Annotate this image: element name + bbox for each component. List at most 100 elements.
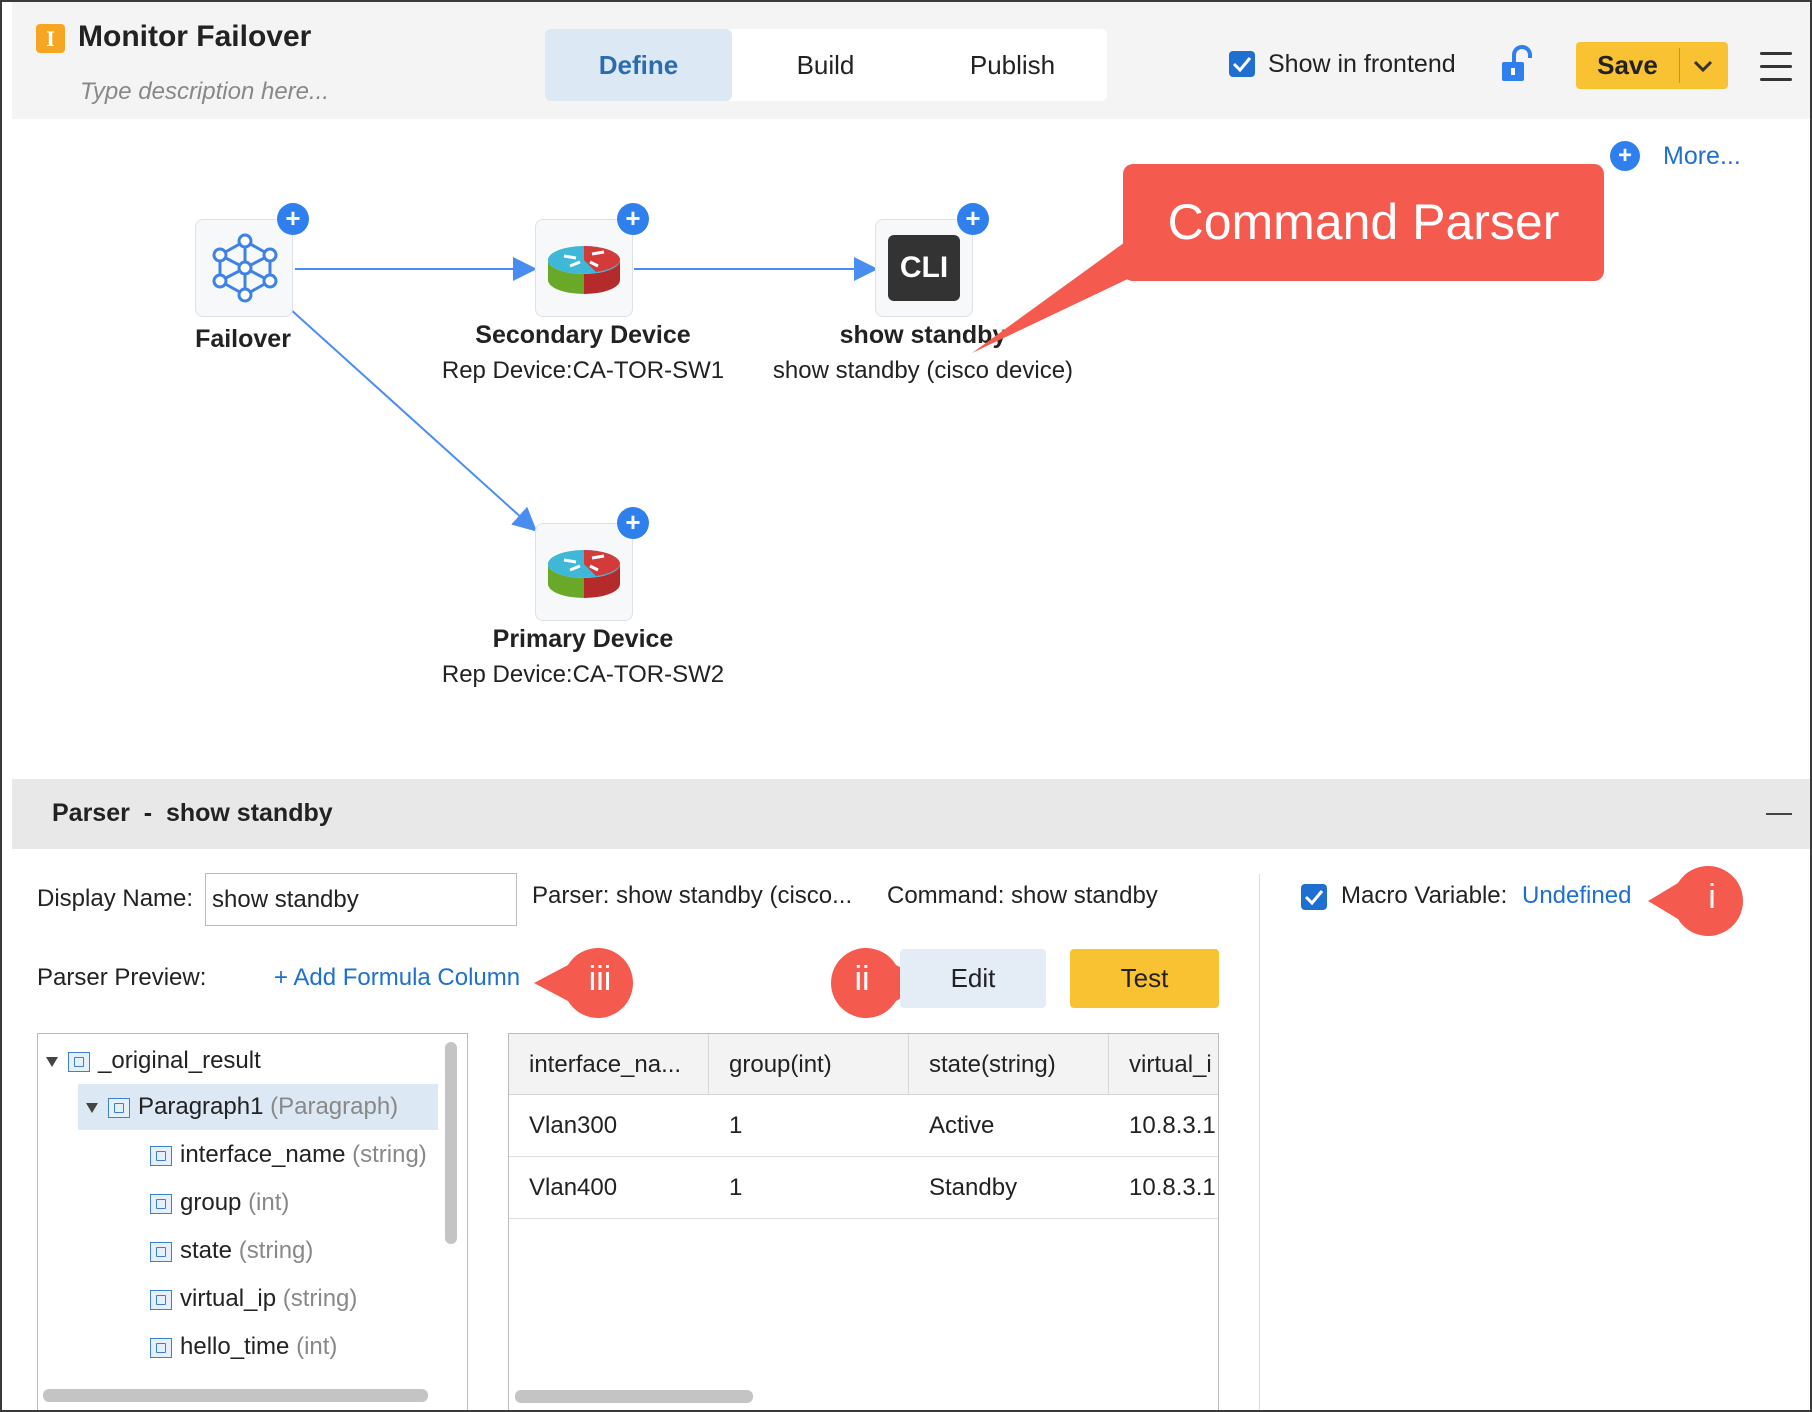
- tree-node-name: virtual_ip: [180, 1285, 277, 1312]
- header-bar: I Monitor Failover Type description here…: [12, 2, 1810, 119]
- save-label: Save: [1597, 50, 1658, 80]
- parser-preview-label: Parser Preview:: [37, 964, 207, 991]
- table-horizontal-scrollbar[interactable]: [515, 1390, 753, 1403]
- node-failover[interactable]: [195, 219, 293, 317]
- node-show-standby[interactable]: CLI: [875, 219, 973, 317]
- node-cli-subtitle: show standby (cisco device): [772, 357, 1074, 384]
- network-hub-icon: [210, 233, 280, 308]
- tree-node-type: (Paragraph): [270, 1093, 399, 1120]
- tree-node-group[interactable]: group (int): [150, 1180, 289, 1226]
- parser-preview-table: interface_na... group(int) state(string)…: [508, 1033, 1219, 1410]
- tree-node-type: (string): [282, 1285, 358, 1312]
- marker-iii-label: iii: [588, 960, 612, 998]
- field-icon: [150, 1241, 172, 1262]
- node-icon: [108, 1097, 130, 1118]
- tree-node-virtual-ip[interactable]: virtual_ip (string): [150, 1276, 357, 1322]
- macro-variable-link[interactable]: Undefined: [1522, 882, 1631, 910]
- column-header-interface-name[interactable]: interface_na...: [509, 1034, 709, 1095]
- page-title: Monitor Failover: [78, 20, 312, 53]
- node-secondary-device[interactable]: [535, 219, 633, 317]
- parser-panel-title: Parser - show standby: [52, 799, 333, 827]
- table-cell: Standby: [929, 1174, 1018, 1201]
- table-cell: Vlan300: [529, 1112, 618, 1139]
- tree-node-type: (int): [296, 1333, 338, 1360]
- app-window: I Monitor Failover Type description here…: [0, 0, 1812, 1412]
- column-header-group[interactable]: group(int): [709, 1034, 909, 1095]
- node-primary-subtitle: Rep Device:CA-TOR-SW2: [441, 661, 725, 688]
- table-cell: Vlan400: [529, 1174, 618, 1201]
- display-name-label: Display Name:: [37, 885, 194, 912]
- table-cell: Active: [929, 1112, 995, 1139]
- macro-variable-checkbox[interactable]: [1301, 884, 1327, 910]
- chevron-down-icon[interactable]: [1690, 55, 1716, 82]
- table-cell: 10.8.3.1: [1129, 1174, 1216, 1201]
- tree-node-name: _original_result: [98, 1047, 261, 1074]
- tree-node-type: (string): [352, 1141, 427, 1168]
- collapse-icon[interactable]: [1766, 813, 1792, 815]
- menu-icon[interactable]: [1760, 52, 1792, 82]
- field-icon: [150, 1337, 172, 1358]
- node-primary-title: Primary Device: [492, 625, 674, 653]
- tree-node-type: (int): [248, 1189, 290, 1216]
- row-divider: [509, 1218, 1218, 1219]
- more-link[interactable]: More...: [1663, 142, 1741, 171]
- command-parser-callout: Command Parser: [1123, 164, 1604, 281]
- tree-node-paragraph1[interactable]: Paragraph1 (Paragraph): [78, 1084, 438, 1130]
- router-icon: [546, 542, 622, 607]
- router-icon: [546, 238, 622, 303]
- table-cell: 10.8.3.1: [1129, 1112, 1216, 1139]
- tree-node-hello-time[interactable]: hello_time (int): [150, 1324, 337, 1370]
- tree-vertical-scrollbar[interactable]: [445, 1042, 457, 1244]
- table-cell: 1: [729, 1112, 743, 1139]
- edit-button[interactable]: Edit: [900, 949, 1046, 1008]
- parser-tree: _original_result Paragraph1 (Paragraph) …: [37, 1033, 468, 1410]
- table-cell: 1: [729, 1174, 743, 1201]
- tree-node-type: (string): [238, 1237, 314, 1264]
- expand-toggle-icon[interactable]: [46, 1056, 58, 1067]
- save-button[interactable]: Save: [1576, 42, 1728, 89]
- column-header-state[interactable]: state(string): [909, 1034, 1109, 1095]
- add-after-failover-button[interactable]: +: [277, 203, 309, 235]
- tree-horizontal-scrollbar[interactable]: [43, 1389, 428, 1402]
- marker-ii-label: ii: [854, 960, 870, 998]
- show-in-frontend-checkbox[interactable]: [1229, 51, 1255, 77]
- parser-panel-header: Parser - show standby: [12, 779, 1810, 849]
- add-after-secondary-button[interactable]: +: [617, 203, 649, 235]
- expand-toggle-icon[interactable]: [86, 1102, 98, 1113]
- node-icon: [68, 1051, 90, 1072]
- flow-canvas: + Failover + Secondary Device Rep Device…: [12, 119, 1810, 779]
- callout-pointer: [972, 239, 1132, 353]
- field-icon: [150, 1193, 172, 1214]
- add-after-primary-button[interactable]: +: [617, 507, 649, 539]
- tree-node-state[interactable]: state (string): [150, 1228, 313, 1274]
- tab-bar: Define Build Publish: [545, 29, 1107, 101]
- column-header-virtual-ip[interactable]: virtual_i: [1109, 1034, 1218, 1095]
- unlock-icon[interactable]: [1496, 44, 1536, 89]
- tree-node-original-result[interactable]: _original_result: [46, 1038, 261, 1084]
- tab-publish[interactable]: Publish: [919, 29, 1106, 101]
- tab-define[interactable]: Define: [545, 29, 732, 101]
- display-name-input[interactable]: show standby: [205, 873, 517, 926]
- show-in-frontend-label: Show in frontend: [1268, 50, 1456, 78]
- more-plus-icon[interactable]: +: [1610, 141, 1640, 171]
- tree-node-name: group: [180, 1189, 242, 1216]
- add-formula-column-link[interactable]: + Add Formula Column: [274, 964, 520, 992]
- test-button[interactable]: Test: [1070, 949, 1219, 1008]
- tab-build[interactable]: Build: [732, 29, 919, 101]
- tree-node-name: state: [180, 1237, 233, 1264]
- add-after-cli-button[interactable]: +: [957, 203, 989, 235]
- panel-divider: [1259, 874, 1260, 1410]
- node-primary-device[interactable]: [535, 523, 633, 621]
- app-badge-icon: I: [36, 24, 65, 53]
- node-secondary-title: Secondary Device: [475, 321, 691, 349]
- field-icon: [150, 1289, 172, 1310]
- tree-node-name: interface_name: [180, 1141, 346, 1168]
- marker-i-label: i: [1708, 878, 1716, 916]
- field-icon: [150, 1145, 172, 1166]
- macro-variable-label: Macro Variable:: [1341, 882, 1508, 909]
- description-input[interactable]: Type description here...: [80, 78, 329, 106]
- tree-node-interface-name[interactable]: interface_name (string): [150, 1132, 427, 1178]
- tree-node-name: hello_time: [180, 1333, 290, 1360]
- parser-info: Parser: show standby (cisco...: [532, 882, 853, 909]
- command-info: Command: show standby: [887, 882, 1158, 909]
